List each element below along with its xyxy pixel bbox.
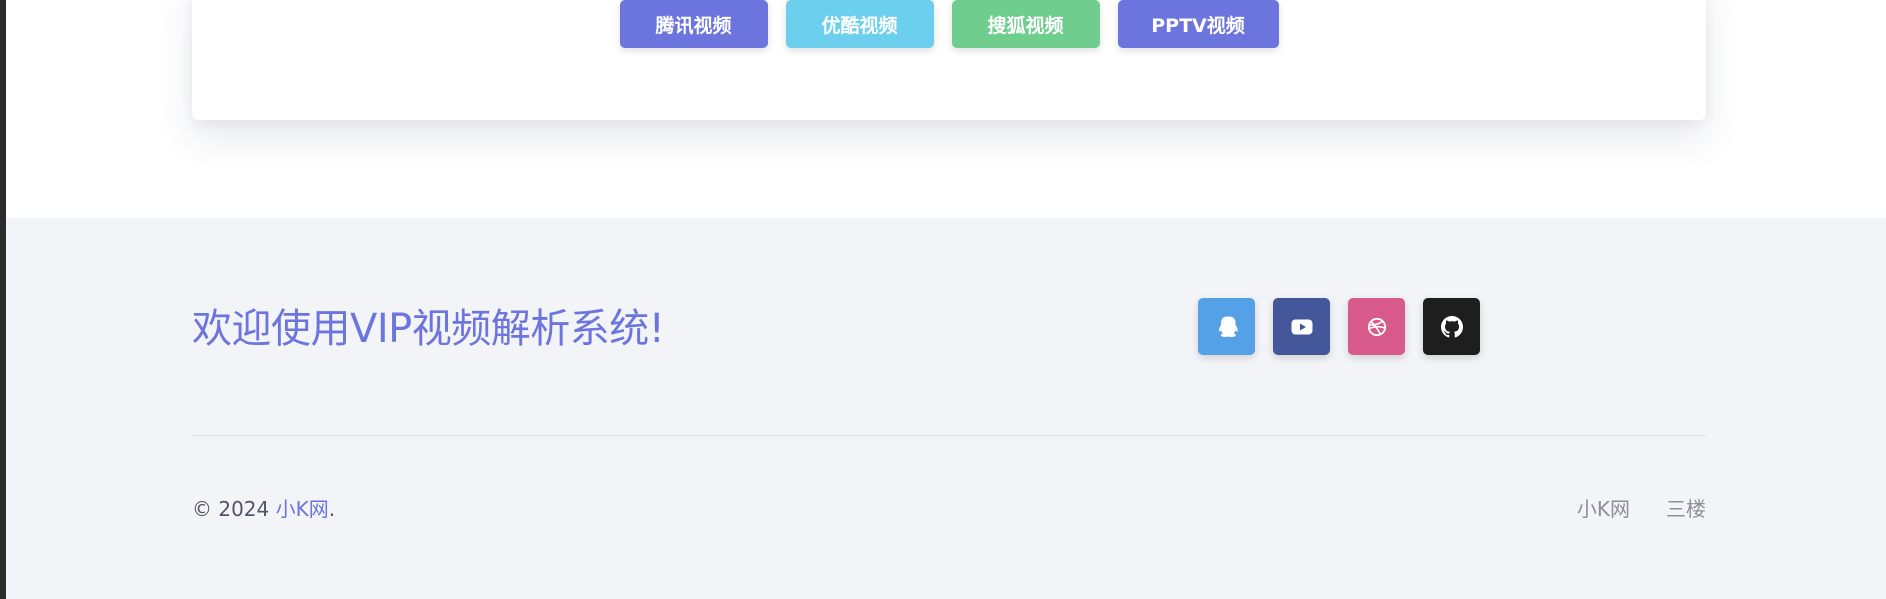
dribbble-icon [1367, 317, 1386, 336]
youtube-button[interactable] [1273, 298, 1330, 355]
github-button[interactable] [1423, 298, 1480, 355]
dribbble-button[interactable] [1348, 298, 1405, 355]
platform-card: 腾讯视频 优酷视频 搜狐视频 PPTV视频 [192, 0, 1706, 120]
footer-links: 小K网 三楼 [1577, 493, 1706, 522]
qq-icon [1218, 316, 1238, 337]
tencent-video-button[interactable]: 腾讯视频 [619, 0, 768, 48]
pptv-video-button[interactable]: PPTV视频 [1117, 0, 1279, 48]
copyright-suffix: . [328, 497, 336, 521]
footer-link-sanlou[interactable]: 三楼 [1666, 493, 1706, 522]
copyright-site-link[interactable]: 小K网 [276, 497, 329, 521]
footer-welcome-title: 欢迎使用VIP视频解析系统! [192, 306, 665, 352]
platform-button-row: 腾讯视频 优酷视频 搜狐视频 PPTV视频 [192, 0, 1706, 48]
footer-divider [192, 435, 1706, 436]
page: 腾讯视频 优酷视频 搜狐视频 PPTV视频 欢迎使用VIP视频解析系统! © 2… [6, 0, 1886, 599]
social-links [1198, 298, 1480, 355]
github-icon [1440, 315, 1463, 337]
copyright-prefix: © 2024 [192, 497, 276, 521]
sohu-video-button[interactable]: 搜狐视频 [951, 0, 1100, 48]
copyright: © 2024 小K网. [192, 493, 335, 522]
youtube-icon [1291, 319, 1312, 334]
footer-link-xiaok[interactable]: 小K网 [1577, 493, 1630, 522]
footer: 欢迎使用VIP视频解析系统! © 2024 小K网. 小K网 三楼 [6, 218, 1886, 599]
youku-video-button[interactable]: 优酷视频 [785, 0, 934, 48]
qq-button[interactable] [1198, 298, 1255, 355]
